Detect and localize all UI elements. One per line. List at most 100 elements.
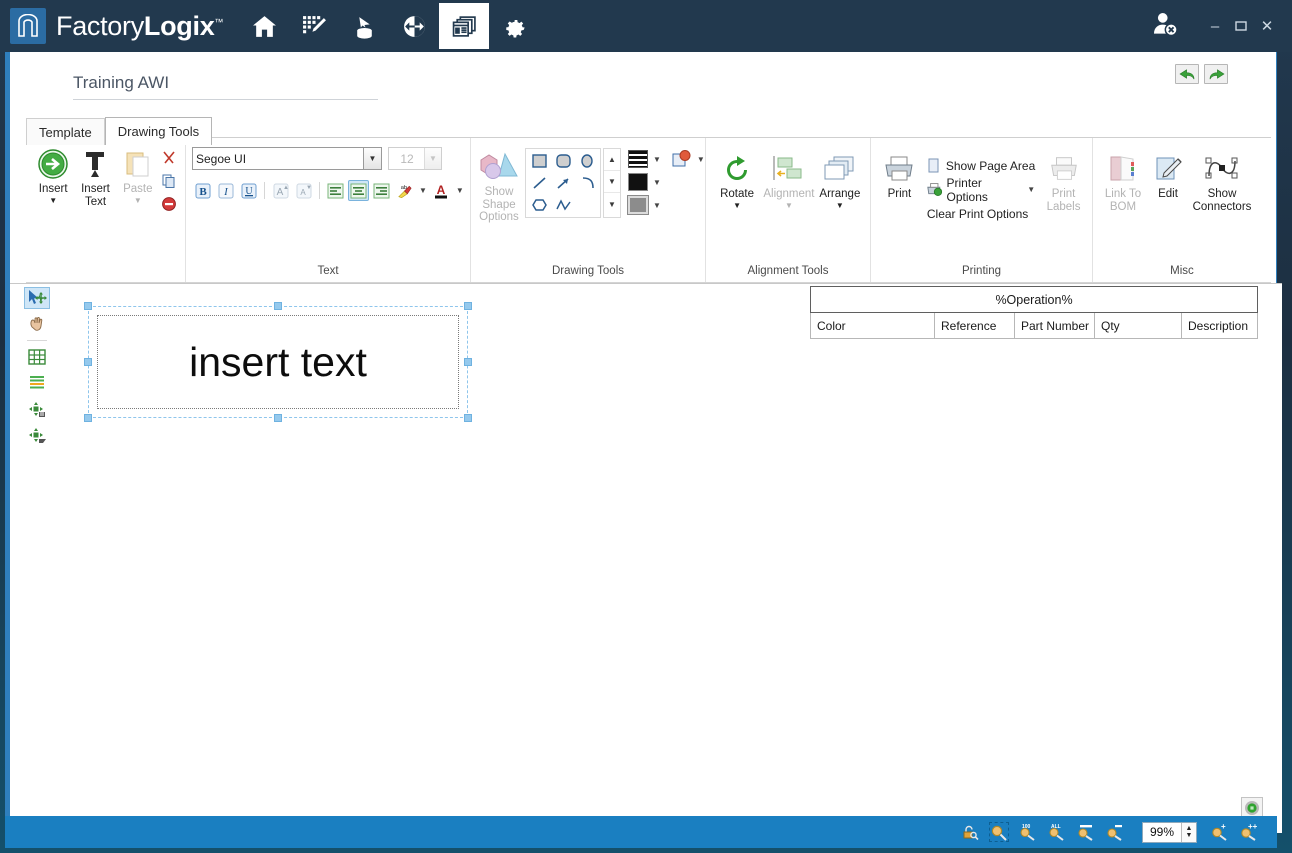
align-center-button[interactable] [348, 180, 369, 201]
rotate-caret-icon[interactable]: ▼ [733, 202, 741, 210]
polyline-shape-icon[interactable] [551, 194, 575, 216]
zoom-fit-icon[interactable]: ++ [1239, 822, 1259, 842]
cut-icon[interactable] [159, 148, 179, 168]
undo-button[interactable] [1175, 64, 1199, 84]
zoom-in-icon[interactable]: + [1210, 822, 1230, 842]
print-labels-button[interactable]: Print Labels [1041, 150, 1086, 213]
arrange-caret-icon[interactable]: ▼ [836, 202, 844, 210]
alignment-button[interactable]: Alignment ▼ [762, 150, 816, 210]
gradient-color-swatch[interactable] [628, 196, 648, 214]
fill-color-caret-icon[interactable]: ▼ [653, 178, 661, 187]
alignment-caret-icon[interactable]: ▼ [785, 202, 793, 210]
tab-template[interactable]: Template [26, 118, 105, 145]
line-style-swatch[interactable] [628, 150, 648, 168]
user-logout-icon[interactable] [1150, 10, 1180, 42]
bold-button[interactable]: B [192, 180, 213, 201]
list-tool[interactable] [24, 372, 50, 394]
printer-options-item[interactable]: Printer Options ▼ [926, 179, 1037, 200]
tab-drawing-tools[interactable]: Drawing Tools [105, 117, 212, 145]
paste-button[interactable]: Paste ▼ [117, 145, 159, 205]
highlight-caret-icon[interactable]: ▼ [419, 186, 427, 195]
shape-scroll-more-icon[interactable]: ▼ [604, 193, 620, 215]
italic-button[interactable]: I [215, 180, 236, 201]
align-right-button[interactable] [371, 180, 392, 201]
show-page-area-item[interactable]: Show Page Area [926, 155, 1037, 176]
shape-scroll-down-icon[interactable]: ▼ [604, 171, 620, 193]
resize-handle-nw[interactable] [84, 302, 92, 310]
nav-home-icon[interactable] [239, 3, 289, 49]
clear-print-options-item[interactable]: Clear Print Options [926, 203, 1037, 224]
polygon-shape-icon[interactable] [527, 194, 551, 216]
font-size-select[interactable]: 12 ▼ [388, 147, 442, 170]
zoom-stepper[interactable]: ▲▼ [1181, 823, 1196, 842]
chevron-down-icon[interactable]: ▼ [424, 148, 441, 169]
zoom-all-icon[interactable]: ALL [1047, 822, 1067, 842]
move-back-tool[interactable] [24, 424, 50, 446]
text-highlight-button[interactable]: ab [394, 180, 415, 201]
nav-data-import-icon[interactable] [339, 3, 389, 49]
nav-documents-icon[interactable] [439, 3, 489, 49]
line-style-caret-icon[interactable]: ▼ [653, 155, 661, 164]
print-button[interactable]: Print [877, 150, 922, 201]
shrink-font-button[interactable]: A▼ [293, 180, 314, 201]
redo-button[interactable] [1204, 64, 1228, 84]
insert-text-button[interactable]: Insert Text [74, 145, 116, 208]
show-shape-options-button[interactable]: Show Shape Options [477, 148, 521, 224]
paste-caret-icon[interactable]: ▼ [134, 197, 142, 205]
line-shape-icon[interactable] [527, 172, 551, 194]
move-front-tool[interactable] [24, 398, 50, 420]
grow-font-button[interactable]: A▲ [270, 180, 291, 201]
operation-table[interactable]: %Operation% Color Reference Part Number … [810, 286, 1258, 339]
resize-handle-n[interactable] [274, 302, 282, 310]
zoom-100-icon[interactable]: 100 [1018, 822, 1038, 842]
link-to-bom-button[interactable]: Link To BOM [1099, 150, 1147, 213]
document-title[interactable]: Training AWI [73, 73, 378, 100]
font-color-button[interactable]: A [431, 180, 452, 201]
minimize-button[interactable]: – [1202, 13, 1228, 39]
shape-effects-caret-icon[interactable]: ▼ [697, 155, 705, 164]
rectangle-shape-icon[interactable] [527, 150, 551, 172]
show-connectors-button[interactable]: Show Connectors [1189, 150, 1255, 213]
close-button[interactable]: ✕ [1254, 13, 1280, 39]
zoom-level-control[interactable]: 99% ▲▼ [1142, 822, 1197, 843]
chevron-down-icon[interactable]: ▼ [363, 148, 381, 169]
textbox-shape[interactable]: insert text [97, 315, 459, 409]
zoom-height-icon[interactable] [1105, 822, 1125, 842]
maximize-button[interactable] [1228, 13, 1254, 39]
lock-zoom-icon[interactable] [960, 822, 980, 842]
gradient-color-caret-icon[interactable]: ▼ [653, 201, 661, 210]
nav-navigate-icon[interactable] [389, 3, 439, 49]
font-color-caret-icon[interactable]: ▼ [456, 186, 464, 195]
printer-options-caret-icon[interactable]: ▼ [1027, 185, 1035, 194]
underline-button[interactable]: U [238, 180, 259, 201]
arc-shape-icon[interactable] [575, 172, 599, 194]
shape-scroll-up-icon[interactable]: ▲ [604, 149, 620, 171]
select-move-tool[interactable] [24, 287, 50, 309]
nav-process-design-icon[interactable] [289, 3, 339, 49]
fill-color-swatch[interactable] [628, 173, 648, 191]
copy-icon[interactable] [159, 171, 179, 191]
insert-caret-icon[interactable]: ▼ [49, 197, 57, 205]
ellipse-shape-icon[interactable] [575, 150, 599, 172]
rounded-rect-shape-icon[interactable] [551, 150, 575, 172]
pan-hand-tool[interactable] [24, 313, 50, 335]
resize-handle-w[interactable] [84, 358, 92, 366]
insert-button[interactable]: Insert ▼ [32, 145, 74, 205]
rotate-button[interactable]: Rotate ▼ [712, 150, 762, 210]
resize-handle-se[interactable] [464, 414, 472, 422]
resize-handle-ne[interactable] [464, 302, 472, 310]
design-canvas[interactable]: insert text %Operation% [56, 284, 1278, 833]
zoom-selection-icon[interactable] [989, 822, 1009, 842]
arrange-button[interactable]: Arrange ▼ [816, 150, 864, 210]
font-name-select[interactable]: Segoe UI ▼ [192, 147, 382, 170]
resize-handle-sw[interactable] [84, 414, 92, 422]
nav-settings-gear-icon[interactable] [489, 3, 539, 49]
zoom-width-icon[interactable] [1076, 822, 1096, 842]
shape-effects-icon[interactable] [672, 150, 692, 168]
edit-button[interactable]: Edit [1147, 150, 1189, 201]
delete-icon[interactable] [159, 194, 179, 214]
textbox-selection[interactable]: insert text [88, 306, 468, 418]
grid-tool[interactable] [24, 346, 50, 368]
arrow-shape-icon[interactable] [551, 172, 575, 194]
align-left-button[interactable] [325, 180, 346, 201]
